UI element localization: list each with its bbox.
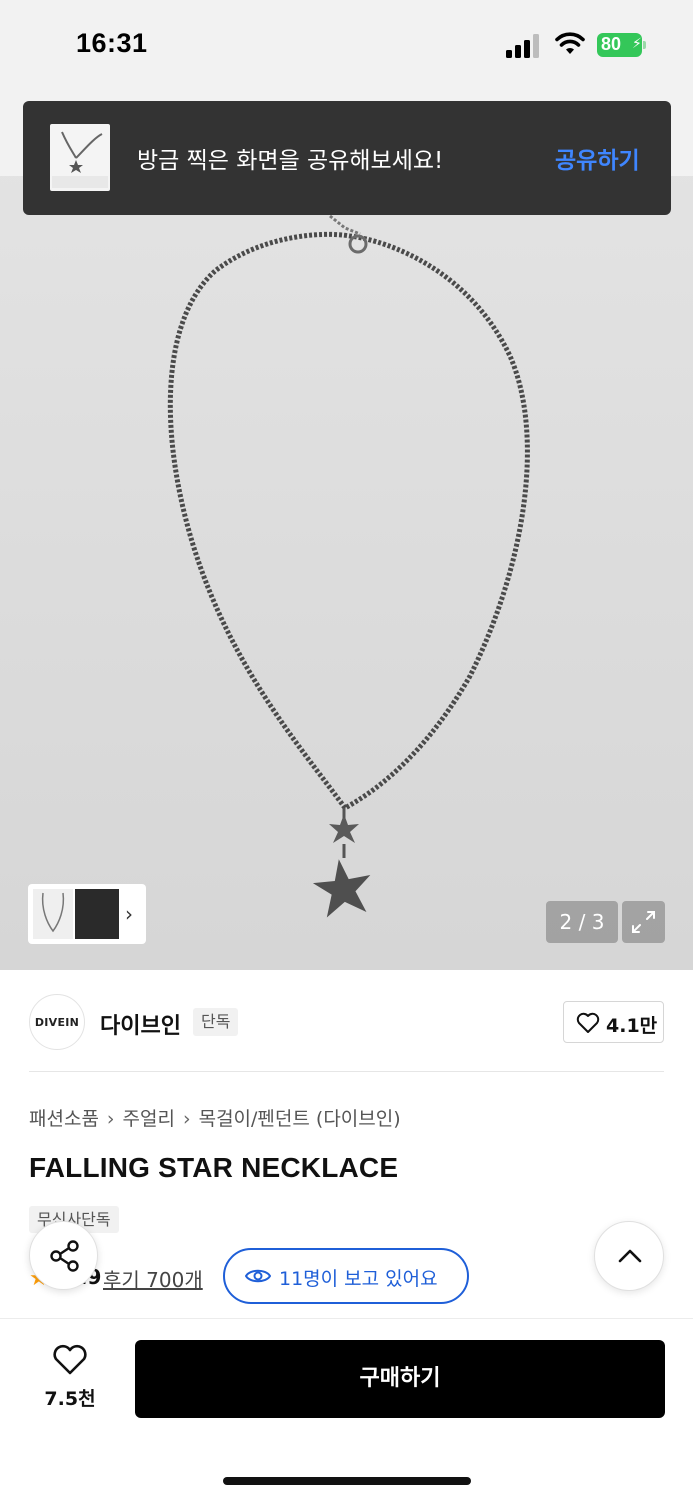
product-title: FALLING STAR NECKLACE — [29, 1152, 399, 1183]
cellular-signal-icon — [506, 34, 539, 58]
screenshot-thumbnail[interactable] — [50, 124, 110, 191]
chevron-right-icon: › — [106, 1108, 115, 1130]
chevron-right-icon[interactable]: › — [125, 902, 133, 926]
wifi-icon — [555, 32, 585, 54]
battery-icon: 80 ⚡ — [597, 33, 647, 57]
battery-level: 80 — [601, 34, 622, 54]
review-link[interactable]: 후기 700개 — [103, 1264, 203, 1293]
breadcrumb-item[interactable]: 주얼리 — [123, 1108, 175, 1130]
toast-message: 방금 찍은 화면을 공유해보세요! — [137, 148, 444, 174]
viewers-text: 11명이 보고 있어요 — [279, 1268, 438, 1290]
toast-share-button[interactable]: 공유하기 — [555, 141, 640, 175]
brand-name[interactable]: 다이브인 — [100, 1008, 181, 1040]
eye-icon — [245, 1269, 271, 1283]
brand-exclusive-badge: 단독 — [193, 1008, 239, 1036]
breadcrumb-item[interactable]: 목걸이/펜던트 (다이브인) — [199, 1108, 401, 1130]
divider — [29, 1071, 664, 1072]
thumbnail-1[interactable] — [33, 889, 73, 939]
chevron-up-icon — [618, 1249, 642, 1263]
gallery-thumbnails[interactable]: › — [28, 884, 146, 944]
expand-button[interactable] — [622, 901, 665, 943]
breadcrumb: 패션소품 › 주얼리 › 목걸이/펜던트 (다이브인) — [29, 1104, 401, 1131]
brand-like-count: 4.1만 — [606, 1015, 658, 1037]
wishlist-count: 7.5천 — [44, 1388, 96, 1410]
status-time: 16:31 — [76, 28, 148, 58]
status-bar: 16:31 80 ⚡ — [0, 0, 693, 96]
expand-icon — [632, 911, 655, 933]
share-button[interactable] — [29, 1221, 98, 1290]
buy-button[interactable]: 구매하기 — [135, 1340, 665, 1418]
home-indicator — [223, 1477, 471, 1485]
image-counter: 2 / 3 — [546, 901, 618, 943]
wishlist-button[interactable]: 7.5천 — [29, 1338, 111, 1418]
brand-like-button[interactable]: 4.1만 — [563, 1001, 664, 1043]
chevron-right-icon: › — [182, 1108, 191, 1130]
necklace-image — [167, 214, 530, 918]
viewers-pill: 11명이 보고 있어요 — [223, 1248, 469, 1304]
share-icon — [50, 1240, 79, 1272]
scroll-top-button[interactable] — [594, 1221, 664, 1291]
share-toast: 방금 찍은 화면을 공유해보세요! 공유하기 — [23, 101, 671, 215]
brand-logo[interactable]: DIVEIN — [29, 994, 85, 1050]
breadcrumb-item[interactable]: 패션소품 — [29, 1108, 99, 1130]
heart-icon — [576, 1012, 600, 1033]
heart-icon — [53, 1344, 87, 1375]
thumbnail-2[interactable] — [75, 889, 119, 939]
